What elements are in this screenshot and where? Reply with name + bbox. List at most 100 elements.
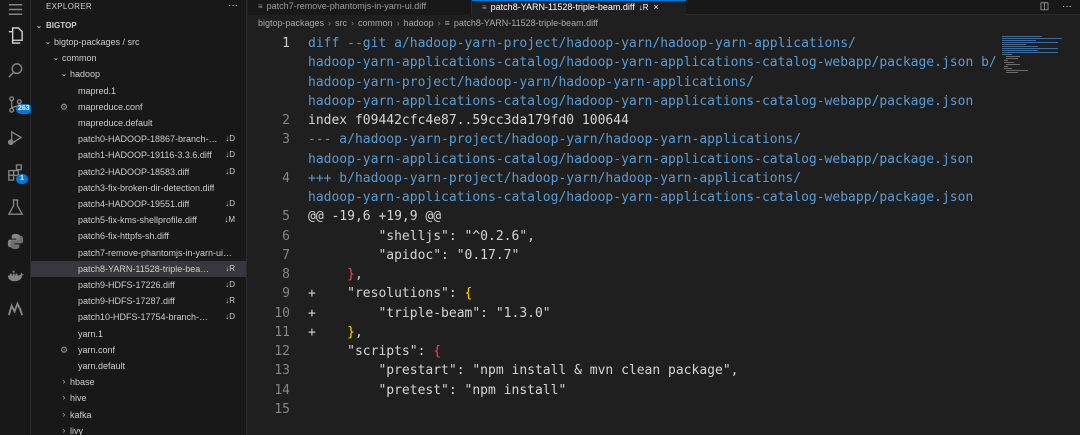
line-number: 10 xyxy=(274,305,290,321)
breadcrumb: bigtop-packages › src › common › hadoop › ≡ patch… xyxy=(258,18,598,28)
code-line[interactable]: "pretest": "npm install" xyxy=(308,383,566,398)
code-line[interactable]: }, xyxy=(308,267,363,282)
code-token: } xyxy=(347,267,355,282)
tree-folder[interactable]: ⌄ common xyxy=(31,50,246,66)
code-token: +++ b/hadoop-yarn-project/hadoop-yarn/ha… xyxy=(308,170,802,186)
code-token: , xyxy=(354,324,363,340)
tree-item-label: livy xyxy=(70,425,83,435)
more-actions-icon[interactable]: ··· xyxy=(1062,1,1072,12)
code-line[interactable]: hadoop-yarn-applications-catalog/hadoop-… xyxy=(308,94,973,109)
code-line[interactable]: + "triple-beam": "1.3.0" xyxy=(308,306,551,321)
tree-file[interactable]: patch10-HDFS-17754-branch-… ↓D xyxy=(31,309,246,325)
code-line[interactable]: "scripts": { xyxy=(308,344,441,359)
docker-icon[interactable] xyxy=(6,266,25,285)
split-editor-icon[interactable]: ◫ xyxy=(1040,1,1049,12)
tree-file[interactable]: mapreduce.default xyxy=(31,115,246,131)
code-line[interactable]: "prestart": "npm install & mvn clean pac… xyxy=(308,363,738,378)
tree-file[interactable]: patch1-HADOOP-19116-3.3.6.diff ↓D xyxy=(31,147,246,163)
tree-folder[interactable]: › kafka xyxy=(31,407,246,423)
tab-bar: ≡ patch7-remove-phantomjs-in-yarn-ui.diff… xyxy=(248,0,1080,15)
tree-item-label: patch4-HADOOP-19551.diff xyxy=(78,199,190,209)
diff-file-icon: ≡ xyxy=(482,3,487,12)
code-line[interactable]: "shelljs": "^0.2.6", xyxy=(308,229,535,244)
tree-file[interactable]: patch4-HADOOP-19551.diff ↓D xyxy=(31,196,246,212)
editor-actions: ◫ ··· xyxy=(1040,0,1072,13)
workspace-root[interactable]: ⌄ BIGTOP xyxy=(31,18,246,34)
tree-file[interactable]: patch8-YARN-11528-triple-bea… ↓R xyxy=(31,260,246,277)
tree-folder[interactable]: › livy xyxy=(31,423,246,435)
code-token: "apidoc": "0.17.7" xyxy=(308,247,520,263)
workspace-root-label: BIGTOP xyxy=(46,21,77,30)
tree-file[interactable]: patch0-HADOOP-18867-branch-… ↓D xyxy=(31,131,246,147)
breadcrumb-item[interactable]: hadoop xyxy=(404,18,434,28)
line-number: 1 xyxy=(282,36,290,51)
close-icon[interactable]: × xyxy=(654,2,659,12)
code-editor[interactable]: 1 diff --git a/hadoop-yarn-project/hadoop… xyxy=(248,32,1080,435)
extensions-badge: 1 xyxy=(16,174,28,184)
tree-folder[interactable]: › hbase xyxy=(31,374,246,390)
tree-item-label: bigtop-packages / src xyxy=(54,37,140,47)
activity-bar: 263 1 xyxy=(0,0,32,435)
tree-item-label: patch1-HADOOP-19116-3.3.6.diff xyxy=(78,150,212,161)
scm-badge: 263 xyxy=(16,104,32,114)
code-line[interactable]: diff --git a/hadoop-yarn-project/hadoop-… xyxy=(308,36,856,51)
code-line[interactable]: hadoop-yarn-applications-catalog/hadoop-… xyxy=(308,190,973,205)
tree-file[interactable]: patch3-fix-broken-dir-detection.diff xyxy=(31,180,246,196)
minimap[interactable] xyxy=(1002,34,1076,74)
breadcrumb-item[interactable]: common xyxy=(358,18,393,28)
tree-item-label: hive xyxy=(70,393,87,404)
mongodb-icon[interactable] xyxy=(6,300,25,319)
tree-file[interactable]: patch9-HDFS-17226.diff ↓D xyxy=(31,277,246,293)
tree-file[interactable]: yarn.default xyxy=(31,358,246,374)
menu-icon[interactable] xyxy=(6,0,25,19)
diff-file-icon: ≡ xyxy=(444,18,450,28)
tree-file[interactable]: patch2-HADOOP-18583.diff ↓D xyxy=(31,164,246,180)
testing-icon[interactable] xyxy=(6,198,25,217)
code-line[interactable]: +++ b/hadoop-yarn-project/hadoop-yarn/ha… xyxy=(308,171,801,186)
python-icon[interactable] xyxy=(6,232,25,251)
code-token: index f09442cfc4e87..59cc3da179fd0 10064… xyxy=(308,113,629,128)
more-actions-icon[interactable]: ··· xyxy=(228,0,238,11)
tree-file[interactable]: ⚙ mapreduce.conf xyxy=(31,99,246,115)
git-status-badge: ↓D xyxy=(225,134,235,144)
code-line[interactable]: + }, xyxy=(308,325,363,340)
code-token: "shelljs": "^0.2.6", xyxy=(308,228,535,244)
code-line[interactable]: hadoop-yarn-project/hadoop-yarn/hadoop-y… xyxy=(308,75,754,90)
breadcrumb-item[interactable]: bigtop-packages xyxy=(258,18,324,28)
code-token: { xyxy=(433,344,442,359)
line-number: 13 xyxy=(274,363,290,379)
tree-item-label: patch6-fix-httpfs-sh.diff xyxy=(78,231,169,242)
tab-patch7[interactable]: ≡ patch7-remove-phantomjs-in-yarn-ui.diff xyxy=(248,0,472,15)
tree-file[interactable]: yarn.1 xyxy=(31,326,246,342)
code-line[interactable]: + "resolutions": { xyxy=(308,286,472,301)
tree-folder[interactable]: ⌄ bigtop-packages / src xyxy=(31,34,246,50)
tab-patch8[interactable]: ≡ patch8-YARN-11528-triple-beam.diff ↓R × xyxy=(472,0,686,15)
breadcrumb-item[interactable]: patch8-YARN-11528-triple-beam.diff xyxy=(454,18,598,28)
code-line[interactable]: hadoop-yarn-applications-catalog/hadoop-… xyxy=(308,152,973,167)
tree-file[interactable]: ⚙ yarn.conf xyxy=(31,342,246,358)
code-line[interactable]: --- a/hadoop-yarn-project/hadoop-yarn/ha… xyxy=(308,132,801,147)
code-line[interactable]: "apidoc": "0.17.7" xyxy=(308,248,519,263)
chevron-right-icon: › xyxy=(328,18,332,28)
breadcrumb-item[interactable]: src xyxy=(335,18,347,28)
search-icon[interactable] xyxy=(6,61,25,80)
code-line[interactable]: @@ -19,6 +19,9 @@ xyxy=(308,209,441,224)
code-token: hadoop-yarn-project/hadoop-yarn/hadoop-y… xyxy=(308,74,755,90)
tree-file[interactable]: patch6-fix-httpfs-sh.diff xyxy=(31,228,246,244)
tree-item-label: kafka xyxy=(70,409,92,420)
run-debug-icon[interactable] xyxy=(6,128,25,147)
tree-folder[interactable]: ⌄ hadoop xyxy=(31,66,246,82)
tree-file[interactable]: mapred.1 xyxy=(31,83,246,99)
tree-file[interactable]: patch7-remove-phantomjs-in-yarn-ui… xyxy=(31,245,246,261)
tree-item-label: mapreduce.default xyxy=(78,118,153,128)
git-status-badge: ↓D xyxy=(225,166,235,176)
files-icon[interactable] xyxy=(6,26,25,45)
tree-folder[interactable]: › hive xyxy=(31,390,246,406)
code-line[interactable]: index f09442cfc4e87..59cc3da179fd0 10064… xyxy=(308,113,629,128)
tree-file[interactable]: patch5-fix-kms-shellprofile.diff ↓M xyxy=(31,212,246,228)
code-line[interactable]: hadoop-yarn-applications-catalog/hadoop-… xyxy=(308,55,997,70)
tree-item-label: hbase xyxy=(70,377,95,388)
tree-item-label: common xyxy=(62,53,97,64)
git-status-badge: ↓D xyxy=(225,150,235,160)
tree-file[interactable]: patch9-HDFS-17287.diff ↓R xyxy=(31,293,246,309)
